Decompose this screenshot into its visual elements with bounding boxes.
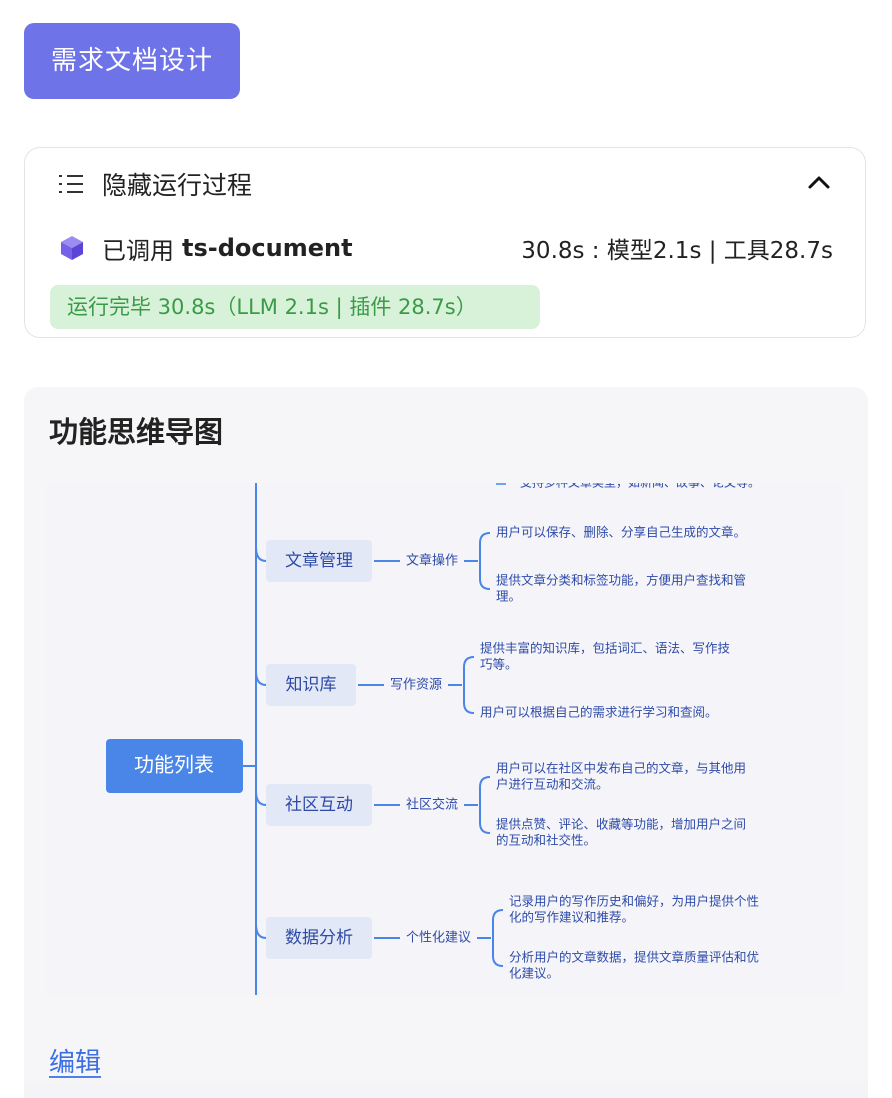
mindmap-leaf-text: 的互动和社交性。 — [496, 833, 596, 848]
mindmap-sub-label: 个性化建议 — [406, 931, 471, 946]
mindmap-bracket — [492, 909, 504, 967]
tool-timing: 30.8s : 模型2.1s | 工具28.7s — [521, 238, 833, 264]
run-process-card: 隐藏运行过程 已调用 ts-document 30.8s : 模型2.1s | … — [24, 147, 866, 338]
run-process-toggle[interactable]: 隐藏运行过程 — [59, 166, 252, 202]
connector-line — [255, 790, 267, 806]
bottom-fade — [24, 1074, 868, 1098]
mindmap-leaf-text: 用户可以保存、删除、分享自己生成的文章。 — [496, 525, 746, 540]
cube-icon — [61, 236, 83, 260]
mindmap-leaf-text: 分析用户的文章数据，提供文章质量评估和优 — [509, 950, 759, 965]
mindmap-leaf-text: 巧等。 — [480, 657, 518, 672]
panel-title: 功能思维导图 — [49, 415, 224, 449]
mindmap-leaf-text: 记录用户的写作历史和偏好，为用户提供个性 — [509, 894, 759, 909]
mindmap-sub-label: 写作资源 — [390, 678, 442, 693]
requirement-doc-design-button[interactable]: 需求文档设计 — [24, 23, 240, 99]
mindmap-svg: 支持多种文章类型，如新闻、故事、论文等。功能列表 文章管理 文章操作 用户可以保存、删… — [106, 483, 760, 995]
mindmap-image: 支持多种文章类型，如新闻、故事、论文等。功能列表 文章管理 文章操作 用户可以保存、删… — [46, 483, 842, 995]
mindmap-leaf-text: 理。 — [496, 589, 521, 604]
mindmap-sub-label: 社区交流 — [406, 797, 458, 813]
mindmap-cutoff-text: 支持多种文章类型，如新闻、故事、论文等。 — [520, 483, 760, 490]
tool-call-prefix: 已调用 — [102, 236, 174, 265]
mindmap-leaf-text: 用户可以在社区中发布自己的文章，与其他用 — [496, 761, 746, 776]
mindmap-leaf-text: 提供文章分类和标签功能，方便用户查找和管 — [496, 573, 746, 588]
mindmap-branch-label: 文章管理 — [285, 551, 353, 571]
mindmap-leaf-text: 提供丰富的知识库，包括词汇、语法、写作技 — [480, 641, 731, 656]
mindmap-branch-label: 社区互动 — [285, 795, 353, 815]
tool-name: ts-document — [182, 234, 353, 262]
mindmap-sub-label: 文章操作 — [406, 553, 458, 569]
connector-line — [255, 670, 267, 686]
mindmap-leaf-text: 提供点赞、评论、收藏等功能，增加用户之间 — [496, 817, 746, 832]
mindmap-leaf-text: 用户可以根据自己的需求进行学习和查阅。 — [480, 705, 718, 720]
connector-line — [255, 546, 267, 562]
mindmap-panel: 功能思维导图 支持多种文章类型，如新闻、故事、论文等。功能列表文章管理文章操作用… — [24, 387, 868, 1098]
chevron-up-icon[interactable] — [807, 170, 831, 194]
list-icon — [59, 172, 83, 196]
mindmap-leaf-text: 化的写作建议和推荐。 — [509, 910, 634, 925]
run-complete-badge: 运行完毕 30.8s（LLM 2.1s | 插件 28.7s） — [50, 285, 540, 329]
mindmap-leaf-text: 户进行互动和交流。 — [496, 777, 609, 792]
run-process-toggle-label: 隐藏运行过程 — [102, 171, 253, 200]
mindmap-bracket — [479, 532, 491, 590]
mindmap-branch-label: 数据分析 — [285, 928, 353, 948]
mindmap-bracket — [463, 656, 475, 714]
mindmap-branch-label: 知识库 — [286, 675, 337, 695]
mindmap-root-label: 功能列表 — [134, 753, 214, 777]
mindmap-bracket — [479, 776, 491, 834]
tool-call-row: 已调用 ts-document 30.8s : 模型2.1s | 工具28.7s — [59, 230, 833, 266]
connector-line — [255, 923, 267, 939]
mindmap-leaf-text: 化建议。 — [509, 966, 559, 981]
